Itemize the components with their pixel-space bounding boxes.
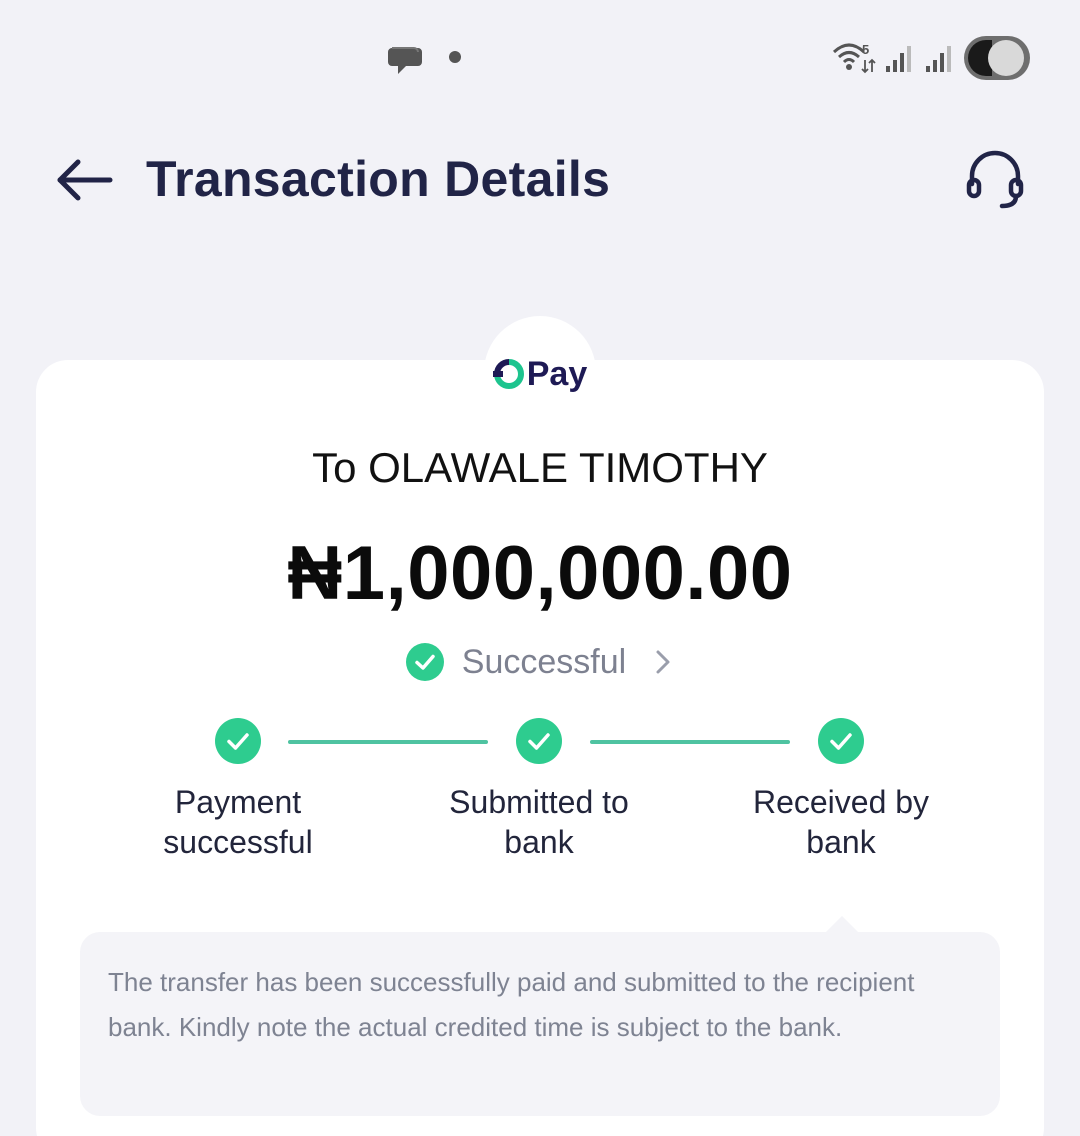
- check-circle-icon: [405, 643, 444, 681]
- opay-logo: Pay: [488, 354, 592, 394]
- chat-bubble-icon: [388, 47, 422, 74]
- battery-toggle-icon: [964, 36, 1030, 80]
- transfer-info-note: The transfer has been successfully paid …: [80, 932, 1000, 1116]
- transaction-amount: ₦1,000,000.00: [287, 531, 793, 616]
- app-header: Transaction Details: [0, 130, 1080, 230]
- step-2-label: Submitted to bank: [449, 784, 629, 860]
- transaction-status-link[interactable]: Successful: [0, 640, 1080, 684]
- customer-support-button[interactable]: [962, 146, 1028, 212]
- step-connector-1: [288, 740, 488, 744]
- logo-text: Pay: [526, 354, 588, 393]
- step-3-label: Received by bank: [752, 784, 930, 860]
- arrow-left-icon: [57, 159, 113, 201]
- step-1-label: Payment successful: [163, 784, 313, 860]
- step-connector-2: [590, 740, 790, 744]
- wifi-icon: 5: [832, 42, 876, 74]
- status-bar: 5: [0, 0, 1080, 110]
- note-text: The transfer has been successfully paid …: [108, 967, 915, 1042]
- status-label: Successful: [461, 642, 627, 681]
- wifi-label: 5: [862, 42, 869, 57]
- step-1-check-icon: [215, 718, 261, 764]
- transaction-details-screen: 5 Transaction Details Pay To OLAWALE TIM…: [0, 0, 1080, 1136]
- chevron-right-icon: [656, 650, 670, 674]
- signal-icon-secondary: [926, 46, 951, 72]
- signal-icon: [886, 46, 911, 72]
- page-title: Transaction Details: [146, 151, 611, 207]
- step-2-check-icon: [516, 718, 562, 764]
- recipient-name: To OLAWALE TIMOTHY: [312, 444, 768, 491]
- notification-dot: [449, 51, 461, 63]
- note-pointer: [826, 916, 858, 932]
- headset-icon: [966, 150, 1024, 209]
- opay-o-icon: [492, 359, 524, 389]
- back-button[interactable]: [54, 152, 114, 208]
- step-3-check-icon: [818, 718, 864, 764]
